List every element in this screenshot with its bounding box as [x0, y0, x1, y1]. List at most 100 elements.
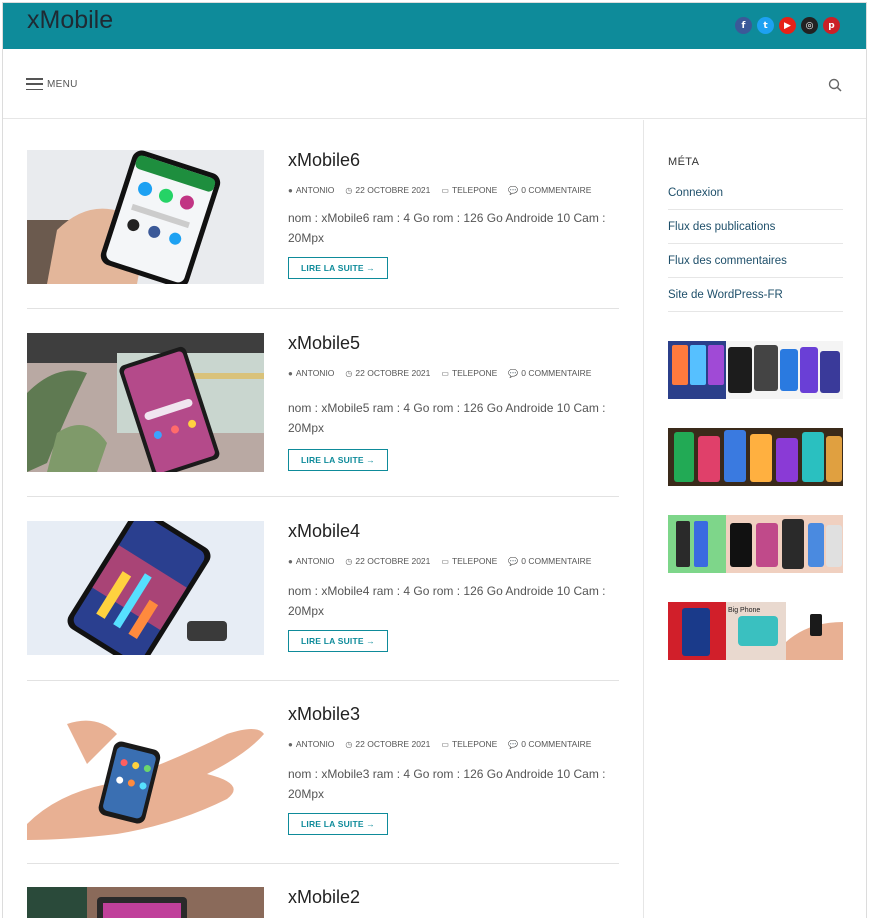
folder-icon: ▭ — [441, 739, 449, 749]
post-date[interactable]: ◷ 22 OCTOBRE 2021 — [345, 368, 430, 378]
post-item: xMobile4 ● ANTONIO ◷ 22 OCTOBRE 2021 ▭ TELE… — [27, 521, 619, 681]
pinterest-icon[interactable]: p — [823, 17, 840, 34]
post-excerpt: nom : xMobile5 ram : 4 Go rom : 126 Go A… — [288, 401, 606, 435]
hamburger-icon — [26, 78, 43, 90]
post-category[interactable]: ▭ TELEPONE — [441, 185, 497, 195]
gallery-image[interactable] — [668, 515, 843, 573]
post-meta: ● ANTONIO ◷ 22 OCTOBRE 2021 ▭ TELEPONE 💬 0 C… — [288, 368, 619, 378]
user-icon: ● — [288, 556, 293, 566]
author-name[interactable]: ANTONIO — [296, 368, 335, 378]
read-more-button[interactable]: LIRE LA SUITE → — [288, 449, 388, 471]
post-author[interactable]: ● ANTONIO — [288, 739, 334, 749]
search-icon[interactable] — [828, 78, 842, 92]
post-thumbnail[interactable] — [27, 150, 264, 284]
folder-icon: ▭ — [441, 556, 449, 566]
post-author[interactable]: ● ANTONIO — [288, 185, 334, 195]
post-content: xMobile4 ● ANTONIO ◷ 22 OCTOBRE 2021 ▭ TELE… — [288, 521, 619, 652]
clock-icon: ◷ — [345, 368, 353, 378]
menu-toggle-button[interactable]: MENU — [26, 78, 78, 90]
youtube-icon[interactable]: ▶ — [779, 17, 796, 34]
post-category[interactable]: ▭ TELEPONE — [441, 739, 497, 749]
date-text[interactable]: 22 OCTOBRE 2021 — [355, 185, 430, 195]
sidebar-divider — [643, 120, 644, 918]
sidebar: MÉTA Connexion Flux des publications Flu… — [668, 120, 843, 660]
post-meta: ● ANTONIO ◷ 22 OCTOBRE 2021 ▭ TELEPONE 💬 0 C… — [288, 739, 619, 749]
post-comments[interactable]: 💬 0 COMMENTAIRE — [508, 556, 591, 566]
gallery-image[interactable] — [668, 428, 843, 486]
post-comments[interactable]: 💬 0 COMMENTAIRE — [508, 185, 591, 195]
read-more-button[interactable]: LIRE LA SUITE → — [288, 630, 388, 652]
category-text[interactable]: TELEPONE — [452, 368, 497, 378]
post-comments[interactable]: 💬 0 COMMENTAIRE — [508, 368, 591, 378]
post-title[interactable]: xMobile2 — [288, 887, 619, 908]
author-name[interactable]: ANTONIO — [296, 556, 335, 566]
primary-navigation: MENU — [3, 49, 866, 119]
clock-icon: ◷ — [345, 739, 353, 749]
gallery-caption: Big Phone — [728, 607, 760, 614]
category-text[interactable]: TELEPONE — [452, 739, 497, 749]
read-more-button[interactable]: LIRE LA SUITE → — [288, 257, 388, 279]
category-text[interactable]: TELEPONE — [452, 556, 497, 566]
gallery-image[interactable] — [668, 341, 843, 399]
comments-text[interactable]: 0 COMMENTAIRE — [521, 368, 591, 378]
comments-text[interactable]: 0 COMMENTAIRE — [521, 185, 591, 195]
comments-text[interactable]: 0 COMMENTAIRE — [521, 556, 591, 566]
twitter-icon[interactable]: t — [757, 17, 774, 34]
post-content: xMobile5 ● ANTONIO ◷ 22 OCTOBRE 2021 ▭ TELE… — [288, 333, 619, 471]
post-comments[interactable]: 💬 0 COMMENTAIRE — [508, 739, 591, 749]
post-title[interactable]: xMobile5 — [288, 333, 619, 354]
post-item: xMobile2 — [27, 887, 619, 918]
posts-feed-link[interactable]: Flux des publications — [668, 210, 843, 244]
post-title[interactable]: xMobile4 — [288, 521, 619, 542]
login-link[interactable]: Connexion — [668, 176, 843, 210]
page: xMobile f t ▶ ◎ p MENU xMobile6 ● ANTONI… — [2, 2, 867, 918]
post-item: xMobile6 ● ANTONIO ◷ 22 OCTOBRE 2021 ▭ TELE… — [27, 150, 619, 309]
post-excerpt: nom : xMobile3 ram : 4 Go rom : 126 Go A… — [288, 767, 606, 801]
folder-icon: ▭ — [441, 368, 449, 378]
post-date[interactable]: ◷ 22 OCTOBRE 2021 — [345, 556, 430, 566]
post-content: xMobile2 — [288, 887, 619, 908]
user-icon: ● — [288, 185, 293, 195]
read-more-button[interactable]: LIRE LA SUITE → — [288, 813, 388, 835]
comments-text[interactable]: 0 COMMENTAIRE — [521, 739, 591, 749]
site-header: xMobile f t ▶ ◎ p — [3, 3, 866, 49]
post-excerpt: nom : xMobile4 ram : 4 Go rom : 126 Go A… — [288, 584, 606, 618]
comments-feed-link[interactable]: Flux des commentaires — [668, 244, 843, 278]
gallery-image[interactable]: Big Phone — [668, 602, 843, 660]
date-text[interactable]: 22 OCTOBRE 2021 — [355, 368, 430, 378]
post-item: xMobile5 ● ANTONIO ◷ 22 OCTOBRE 2021 ▭ TELE… — [27, 333, 619, 497]
date-text[interactable]: 22 OCTOBRE 2021 — [355, 556, 430, 566]
post-meta: ● ANTONIO ◷ 22 OCTOBRE 2021 ▭ TELEPONE 💬 0 C… — [288, 556, 619, 566]
facebook-icon[interactable]: f — [735, 17, 752, 34]
user-icon: ● — [288, 368, 293, 378]
clock-icon: ◷ — [345, 556, 353, 566]
post-thumbnail[interactable] — [27, 704, 264, 840]
post-date[interactable]: ◷ 22 OCTOBRE 2021 — [345, 739, 430, 749]
post-title[interactable]: xMobile3 — [288, 704, 619, 725]
post-author[interactable]: ● ANTONIO — [288, 556, 334, 566]
post-thumbnail[interactable] — [27, 887, 264, 918]
author-name[interactable]: ANTONIO — [296, 185, 335, 195]
meta-links-list: Connexion Flux des publications Flux des… — [668, 176, 843, 312]
post-date[interactable]: ◷ 22 OCTOBRE 2021 — [345, 185, 430, 195]
post-meta: ● ANTONIO ◷ 22 OCTOBRE 2021 ▭ TELEPONE 💬 0 C… — [288, 185, 619, 195]
instagram-icon[interactable]: ◎ — [801, 17, 818, 34]
post-thumbnail[interactable] — [27, 521, 264, 655]
post-author[interactable]: ● ANTONIO — [288, 368, 334, 378]
date-text[interactable]: 22 OCTOBRE 2021 — [355, 739, 430, 749]
post-thumbnail[interactable] — [27, 333, 264, 472]
post-excerpt: nom : xMobile6 ram : 4 Go rom : 126 Go A… — [288, 211, 606, 245]
post-item: xMobile3 ● ANTONIO ◷ 22 OCTOBRE 2021 ▭ TELE… — [27, 704, 619, 864]
wordpress-fr-link[interactable]: Site de WordPress-FR — [668, 278, 843, 312]
author-name[interactable]: ANTONIO — [296, 739, 335, 749]
post-content: xMobile6 ● ANTONIO ◷ 22 OCTOBRE 2021 ▭ TELE… — [288, 150, 619, 279]
user-icon: ● — [288, 739, 293, 749]
post-category[interactable]: ▭ TELEPONE — [441, 368, 497, 378]
post-title[interactable]: xMobile6 — [288, 150, 619, 171]
site-title[interactable]: xMobile — [27, 6, 113, 35]
comments-icon: 💬 — [508, 368, 519, 378]
comments-icon: 💬 — [508, 185, 519, 195]
post-category[interactable]: ▭ TELEPONE — [441, 556, 497, 566]
meta-widget-title: MÉTA — [668, 156, 700, 168]
category-text[interactable]: TELEPONE — [452, 185, 497, 195]
